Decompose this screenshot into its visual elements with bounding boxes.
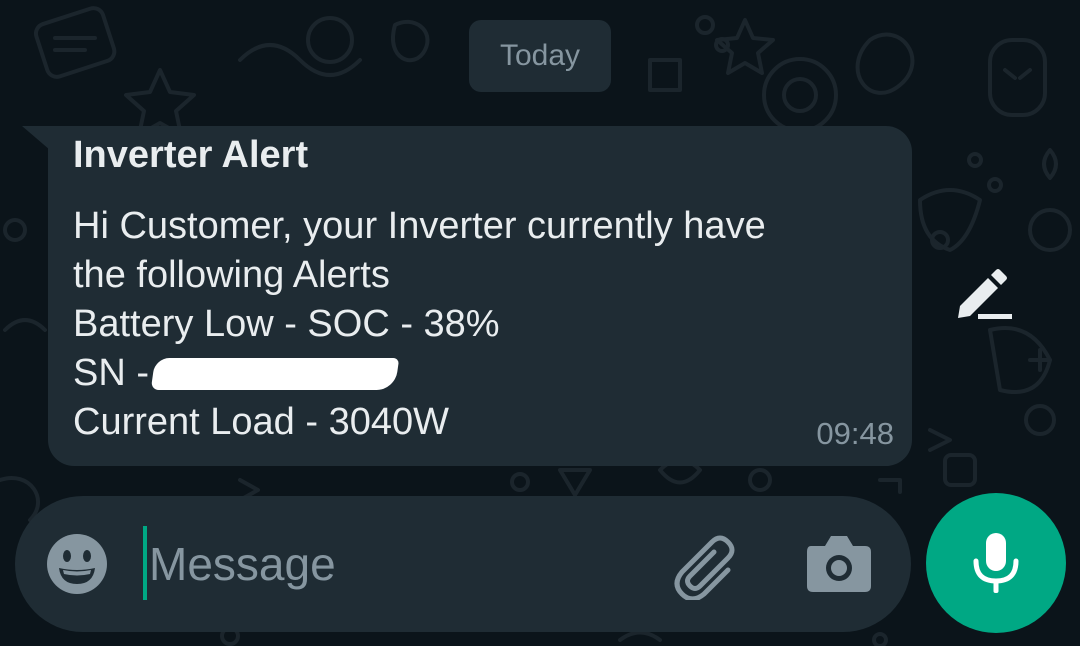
serial-label: SN - (73, 352, 149, 394)
mic-button[interactable] (926, 493, 1066, 633)
message-bubble[interactable]: Inverter Alert Hi Customer, your Inverte… (48, 126, 912, 466)
pencil-icon (958, 269, 1012, 319)
message-bubble-tail (22, 126, 50, 150)
message-line: Battery Low - SOC - 38% (73, 303, 500, 345)
emoji-button[interactable] (45, 532, 109, 596)
camera-icon (807, 536, 871, 592)
microphone-icon (973, 533, 1019, 593)
message-timestamp: 09:48 (816, 416, 894, 451)
camera-button[interactable] (805, 532, 873, 594)
message-sender: Inverter Alert (73, 134, 309, 176)
message-input[interactable] (147, 530, 619, 598)
emoji-icon (47, 534, 107, 594)
message-line: the following Alerts (73, 254, 390, 296)
paperclip-icon (674, 535, 735, 602)
message-composer (15, 496, 911, 632)
message-line-serial: SN - (73, 349, 766, 398)
edit-button[interactable] (948, 262, 1020, 326)
date-chip-label: Today (499, 39, 581, 72)
redaction-mark (150, 358, 400, 390)
attach-button[interactable] (670, 532, 742, 602)
date-chip: Today (469, 20, 611, 92)
message-line: Current Load - 3040W (73, 401, 449, 443)
message-line: Hi Customer, your Inverter currently hav… (73, 205, 766, 247)
message-body: Hi Customer, your Inverter currently hav… (73, 202, 766, 447)
